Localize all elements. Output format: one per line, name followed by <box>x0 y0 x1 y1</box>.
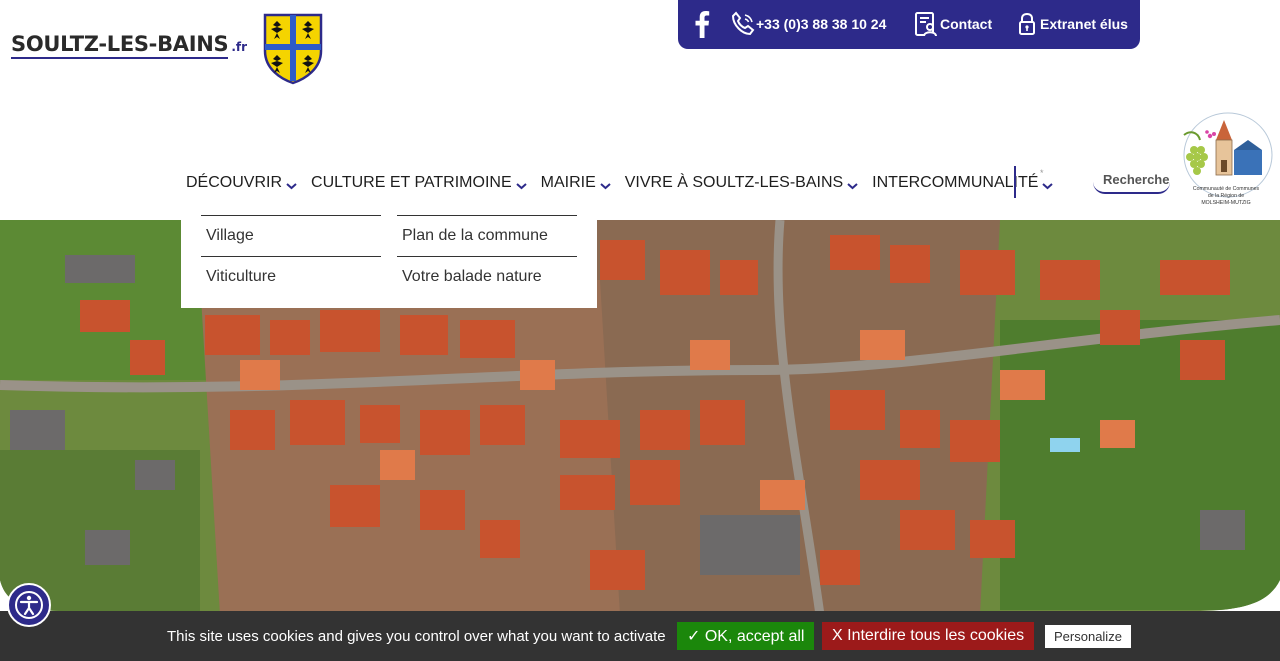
nav-label: CULTURE ET PATRIMOINE <box>311 174 512 191</box>
chevron-down-icon <box>847 182 858 189</box>
contact-link[interactable]: Contact <box>914 11 992 37</box>
menu-item-viticulture[interactable]: Viticulture <box>201 256 381 297</box>
partner-logo-line2: de la Région de <box>1208 193 1244 199</box>
dropdown-column-1: Village Viticulture <box>201 215 381 297</box>
community-of-communes-logo[interactable]: Communauté de Communes de la Région de M… <box>1176 110 1276 215</box>
menu-item-village[interactable]: Village <box>201 215 381 256</box>
nav-label: VIVRE À SOULTZ-LES-BAINS <box>624 174 844 191</box>
lock-icon <box>1019 12 1035 35</box>
search-toggle-icon[interactable]: * <box>1040 168 1044 178</box>
chevron-down-icon <box>1042 182 1054 189</box>
top-contact-bar: +33 (0)3 88 38 10 24 Contact Extranet él… <box>678 0 1140 49</box>
deny-cookies-button[interactable]: X Interdire tous les cookies <box>822 622 1035 650</box>
partner-logo-line3: MOLSHEIM-MUTZIG <box>1201 200 1250 206</box>
nav-mairie[interactable]: MAIRIE <box>541 174 611 192</box>
chevron-down-icon <box>515 182 527 189</box>
nav-decouvrir[interactable]: DÉCOUVRIR <box>186 174 297 192</box>
cookie-message: This site uses cookies and gives you con… <box>167 628 666 645</box>
accessibility-icon <box>15 591 43 619</box>
extranet-label: Extranet élus <box>1040 16 1128 32</box>
chevron-down-icon <box>600 182 611 189</box>
nav-vivre[interactable]: VIVRE À SOULTZ-LES-BAINS <box>625 174 858 192</box>
logo-tld: .fr <box>231 40 248 54</box>
nav-culture-patrimoine[interactable]: CULTURE ET PATRIMOINE <box>311 174 527 192</box>
coat-of-arms-icon <box>263 13 323 85</box>
phone-link[interactable]: +33 (0)3 88 38 10 24 <box>730 11 886 37</box>
chevron-down-icon <box>286 182 297 189</box>
cookie-consent-bar: This site uses cookies and gives you con… <box>0 611 1280 661</box>
partner-logo-line1: Communauté de Communes <box>1193 186 1260 192</box>
logo-name: SOULTZ-LES-BAINS <box>11 32 229 59</box>
phone-number: +33 (0)3 88 38 10 24 <box>756 16 887 32</box>
accept-cookies-button[interactable]: ✓ OK, accept all <box>677 622 815 650</box>
contact-form-icon <box>915 12 937 37</box>
search-input[interactable] <box>1093 166 1170 194</box>
menu-item-balade-nature[interactable]: Votre balade nature <box>397 256 577 297</box>
phone-icon <box>731 11 755 36</box>
site-logo[interactable]: SOULTZ-LES-BAINS .fr <box>11 32 247 59</box>
accessibility-button[interactable] <box>7 583 51 627</box>
nav-label: MAIRIE <box>540 174 596 191</box>
facebook-icon[interactable] <box>694 10 710 38</box>
decouvrir-dropdown-menu: Village Viticulture Plan de la commune V… <box>181 195 597 308</box>
contact-label: Contact <box>940 16 993 32</box>
dropdown-column-2: Plan de la commune Votre balade nature <box>397 215 577 297</box>
menu-item-plan-commune[interactable]: Plan de la commune <box>397 215 577 256</box>
personalize-cookies-button[interactable]: Personalize <box>1045 625 1131 648</box>
nav-label: DÉCOUVRIR <box>186 174 283 191</box>
nav-intercommunalite[interactable]: INTERCOMMUNALITÉ <box>872 174 1054 192</box>
nav-divider <box>1014 166 1016 198</box>
extranet-link[interactable]: Extranet élus <box>1018 12 1128 36</box>
